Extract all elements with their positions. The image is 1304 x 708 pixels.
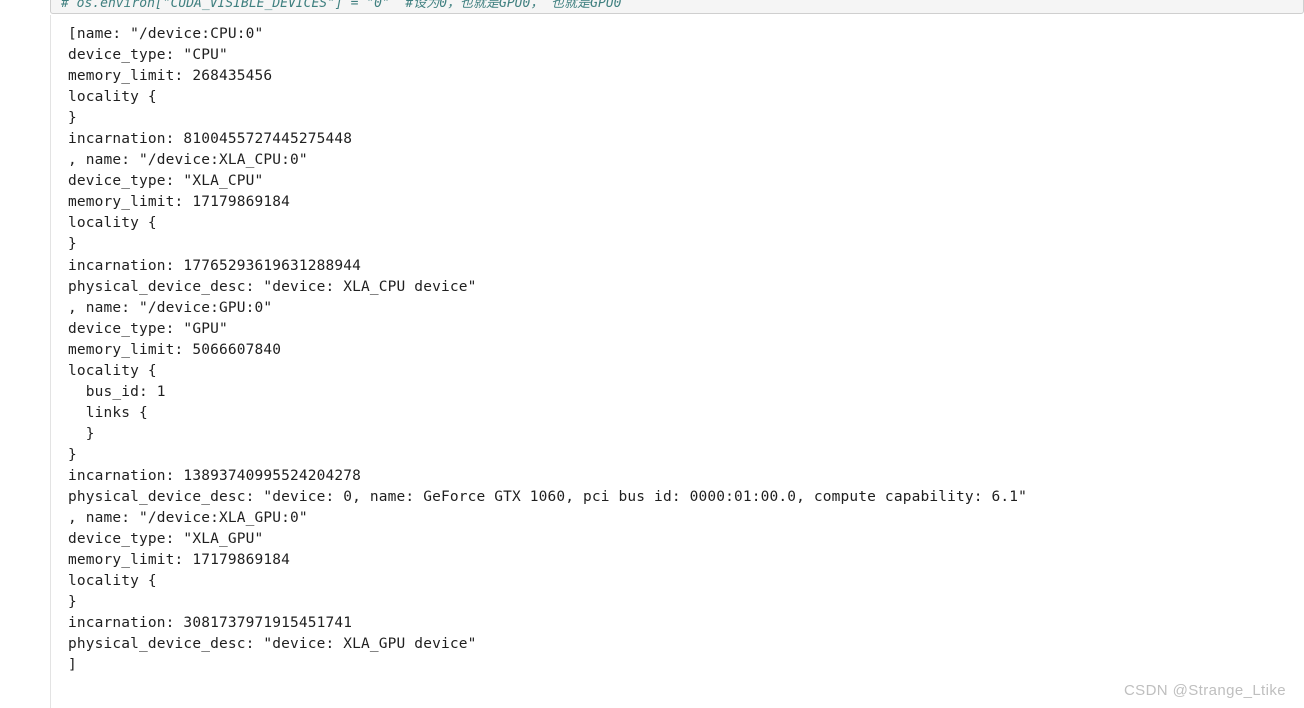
- output-line: memory_limit: 5066607840: [68, 341, 282, 358]
- code-input-cell[interactable]: # os.environ["CUDA_VISIBLE_DEVICES"] = "…: [50, 0, 1304, 14]
- output-line: memory_limit: 17179869184: [68, 194, 290, 211]
- output-line: memory_limit: 17179869184: [68, 552, 290, 569]
- output-line: , name: "/device:GPU:0": [68, 299, 273, 316]
- output-line: physical_device_desc: "device: XLA_GPU d…: [68, 636, 477, 653]
- output-line: device_type: "CPU": [68, 47, 228, 64]
- output-line: }: [68, 425, 95, 442]
- output-line: [name: "/device:CPU:0": [68, 26, 264, 42]
- output-line: locality {: [68, 573, 157, 590]
- output-line: device_type: "XLA_CPU": [68, 173, 264, 190]
- csdn-watermark: CSDN @Strange_Ltike: [1123, 682, 1286, 699]
- output-line: physical_device_desc: "device: 0, name: …: [68, 489, 1028, 506]
- output-line: , name: "/device:XLA_GPU:0": [68, 510, 308, 527]
- output-line: incarnation: 3081737971915451741: [68, 615, 353, 632]
- output-line: device_type: "XLA_GPU": [68, 531, 264, 548]
- output-line: }: [68, 446, 77, 463]
- output-line: ]: [68, 657, 77, 674]
- output-line: bus_id: 1: [68, 383, 166, 400]
- output-line: incarnation: 17765293619631288944: [68, 257, 362, 274]
- output-line: links {: [68, 404, 148, 421]
- output-line: locality {: [68, 215, 157, 232]
- code-comment-line[interactable]: # os.environ["CUDA_VISIBLE_DEVICES"] = "…: [61, 0, 621, 11]
- cell-output-area: [name: "/device:CPU:0" device_type: "CPU"…: [50, 15, 1304, 708]
- output-line: incarnation: 13893740995524204278: [68, 467, 362, 484]
- output-line: , name: "/device:XLA_CPU:0": [68, 152, 308, 169]
- output-line: memory_limit: 268435456: [68, 68, 273, 85]
- output-line: locality {: [68, 362, 157, 379]
- output-line: physical_device_desc: "device: XLA_CPU d…: [68, 278, 477, 295]
- output-line: }: [68, 594, 77, 611]
- output-line: device_type: "GPU": [68, 320, 228, 337]
- output-line: }: [68, 236, 77, 253]
- output-line: }: [68, 110, 77, 127]
- output-line: locality {: [68, 89, 157, 106]
- output-line: incarnation: 8100455727445275448: [68, 131, 353, 148]
- stdout-stream: [name: "/device:CPU:0" device_type: "CPU"…: [68, 24, 1027, 676]
